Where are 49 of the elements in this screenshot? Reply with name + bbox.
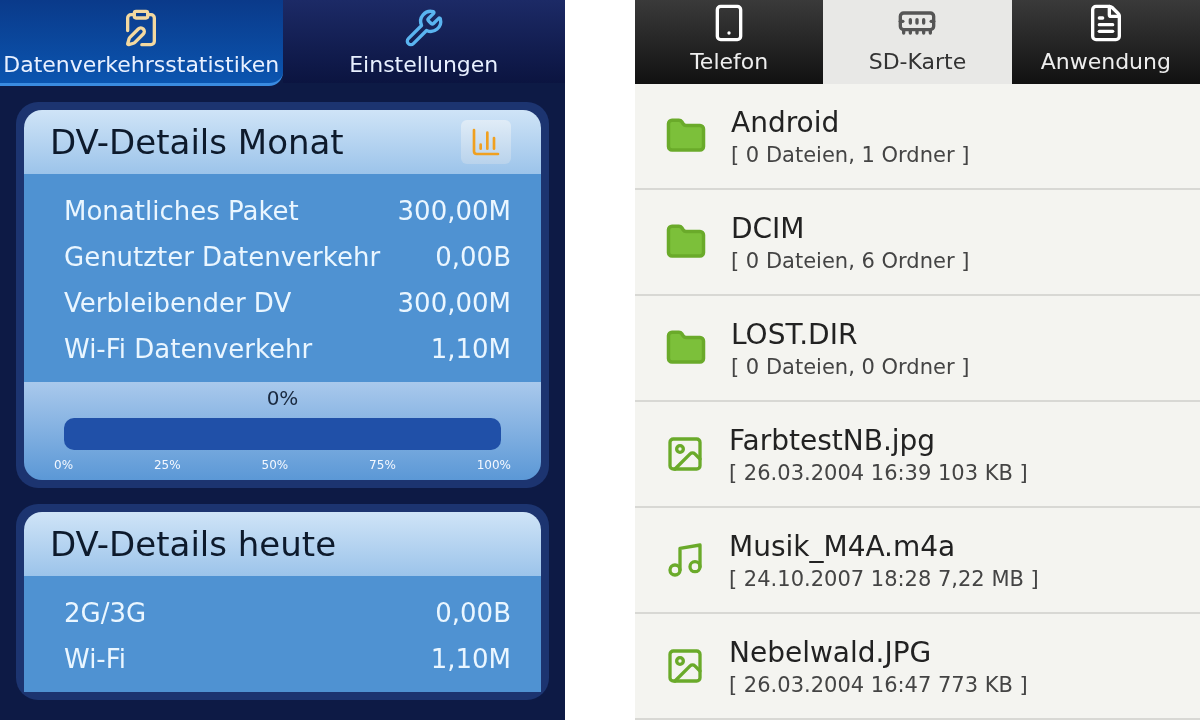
file-row[interactable]: Musik_M4A.m4a [ 24.10.2007 18:28 7,22 MB ] <box>635 508 1200 614</box>
tick-label: 25% <box>153 458 181 472</box>
image-icon <box>665 646 705 686</box>
tab[interactable]: Datenverkehrsstatistiken <box>0 0 283 86</box>
file-row[interactable]: FarbtestNB.jpg [ 26.03.2004 16:39 103 KB ] <box>635 402 1200 508</box>
stat-value: 1,10M <box>430 644 511 674</box>
file-details: [ 26.03.2004 16:47 773 KB ] <box>729 672 1028 697</box>
stat-value: 0,00B <box>435 598 511 628</box>
card-title: DV-Details heute <box>50 524 337 564</box>
tab[interactable]: SD-Karte <box>823 0 1012 84</box>
stat-value: 0,00B <box>435 242 511 272</box>
stat-label: 2G/3G <box>64 598 147 628</box>
tick-label: 50% <box>261 458 289 472</box>
file-row[interactable]: DCIM [ 0 Dateien, 6 Ordner ] <box>635 190 1200 296</box>
file-name: Android <box>731 105 841 139</box>
file-details: [ 24.10.2007 18:28 7,22 MB ] <box>729 566 1039 591</box>
wrench-icon <box>403 8 444 48</box>
file-name: DCIM <box>731 211 806 245</box>
card-title: DV-Details Monat <box>50 122 344 162</box>
file-name: LOST.DIR <box>731 317 859 351</box>
file-name: FarbtestNB.jpg <box>729 423 937 457</box>
chart-button[interactable] <box>461 120 511 164</box>
stat-value: 300,00M <box>397 196 511 226</box>
image-icon <box>665 434 705 474</box>
stat-label: Wi-Fi <box>64 644 127 674</box>
stat-label: Wi-Fi Datenverkehr <box>64 334 313 364</box>
tab[interactable]: Telefon <box>635 0 824 84</box>
progress-reading: 0% <box>265 386 300 410</box>
stat-label: Monatliches Paket <box>64 196 299 226</box>
music-icon <box>665 540 705 580</box>
file-name: Musik_M4A.m4a <box>729 529 957 563</box>
file-details: [ 0 Dateien, 1 Ordner ] <box>731 142 970 167</box>
stat-label: Genutzter Datenverkehr <box>64 242 381 272</box>
file-row[interactable]: Android [ 0 Dateien, 1 Ordner ] <box>635 84 1200 190</box>
file-row[interactable]: Nebelwald.JPG [ 26.03.2004 16:47 773 KB ] <box>635 614 1200 720</box>
tick-label: 100% <box>476 458 511 472</box>
stat-value: 1,10M <box>430 334 511 364</box>
file-row[interactable]: LOST.DIR [ 0 Dateien, 0 Ordner ] <box>635 296 1200 402</box>
tick-label: 0% <box>54 458 74 472</box>
tick-label: 75% <box>369 458 396 472</box>
file-details: [ 0 Dateien, 0 Ordner ] <box>731 354 970 379</box>
tab[interactable]: Anwendung <box>1011 0 1200 84</box>
file-name: Nebelwald.JPG <box>729 635 933 669</box>
stat-value: 300,00M <box>397 288 511 318</box>
tab[interactable]: Einstellungen <box>282 0 565 86</box>
bar-chart-icon <box>470 126 502 158</box>
file-details: [ 0 Dateien, 6 Ordner ] <box>731 248 970 273</box>
stat-label: Verbleibender DV <box>64 288 292 318</box>
file-details: [ 26.03.2004 16:39 103 KB ] <box>729 460 1028 485</box>
